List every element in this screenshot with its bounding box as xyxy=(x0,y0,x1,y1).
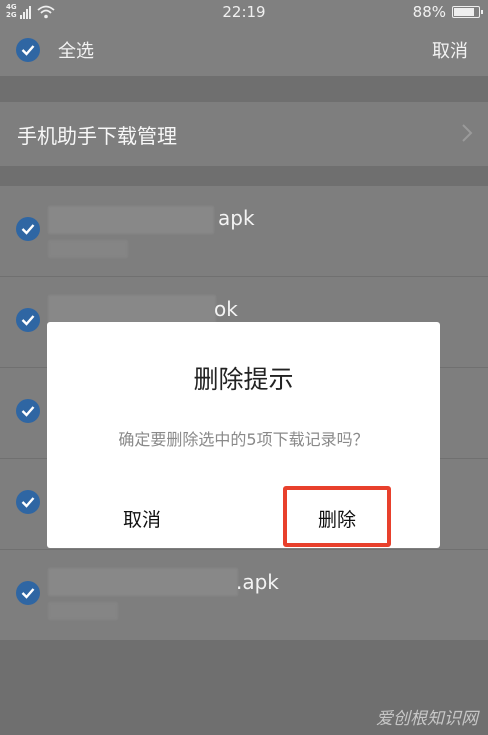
selection-toolbar: 全选 取消 xyxy=(0,24,488,76)
file-name: apk xyxy=(218,206,255,230)
blurred-filename xyxy=(48,295,216,323)
download-manager-entry[interactable]: 手机助手下载管理 xyxy=(0,102,488,166)
dialog-title: 删除提示 xyxy=(193,365,294,394)
checkmark-icon xyxy=(21,497,35,508)
blurred-filename xyxy=(48,206,214,234)
divider xyxy=(0,166,488,186)
checkmark-icon xyxy=(21,588,35,599)
list-item[interactable]: apk xyxy=(0,186,488,277)
blurred-details xyxy=(48,240,128,258)
select-all-checkbox[interactable] xyxy=(16,38,40,62)
list-item[interactable]: .apk xyxy=(0,550,488,641)
checkmark-icon xyxy=(21,45,35,56)
blurred-details xyxy=(48,602,118,620)
divider xyxy=(0,76,488,102)
chevron-right-icon xyxy=(462,124,473,142)
item-checkbox[interactable] xyxy=(16,308,40,332)
delete-confirm-dialog: 删除提示 确定要删除选中的5项下载记录吗？ 取消 删除 xyxy=(47,322,440,548)
checkmark-icon xyxy=(21,224,35,235)
dialog-message: 确定要删除选中的5项下载记录吗？ xyxy=(118,430,369,449)
item-checkbox[interactable] xyxy=(16,399,40,423)
checkmark-icon xyxy=(21,315,35,326)
cancel-selection-button[interactable]: 取消 xyxy=(432,37,468,63)
dialog-delete-button[interactable]: 删除 xyxy=(318,505,356,532)
select-all-label[interactable]: 全选 xyxy=(58,37,94,63)
watermark: 爱创根知识网 xyxy=(376,709,478,729)
item-checkbox[interactable] xyxy=(16,490,40,514)
battery-icon xyxy=(452,6,483,18)
status-bar: 4G 2G 22:19 88% xyxy=(0,0,488,24)
item-checkbox[interactable] xyxy=(16,217,40,241)
blurred-filename xyxy=(48,568,238,596)
file-name: ok xyxy=(214,297,238,321)
dialog-cancel-button[interactable]: 取消 xyxy=(123,505,161,532)
item-checkbox[interactable] xyxy=(16,581,40,605)
section-title: 手机助手下载管理 xyxy=(17,124,177,148)
file-name: .apk xyxy=(236,570,279,594)
checkmark-icon xyxy=(21,406,35,417)
battery-percent: 88% xyxy=(412,3,446,21)
